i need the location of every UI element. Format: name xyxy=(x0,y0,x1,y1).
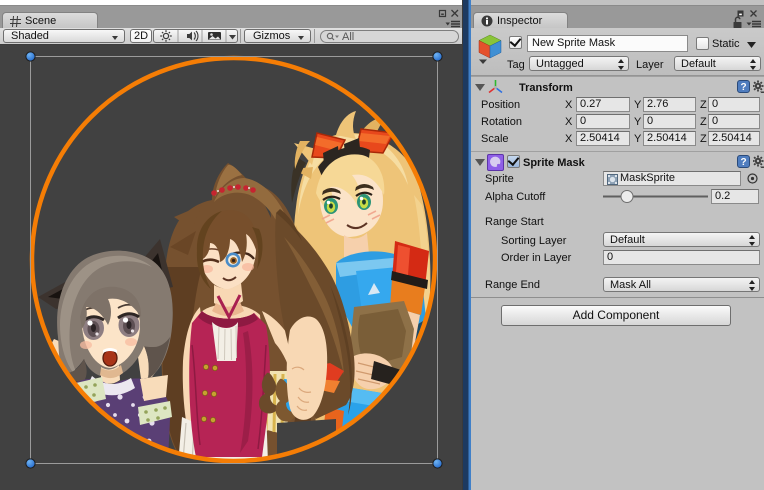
svg-text:?: ? xyxy=(740,82,746,93)
svg-text:?: ? xyxy=(740,157,746,168)
